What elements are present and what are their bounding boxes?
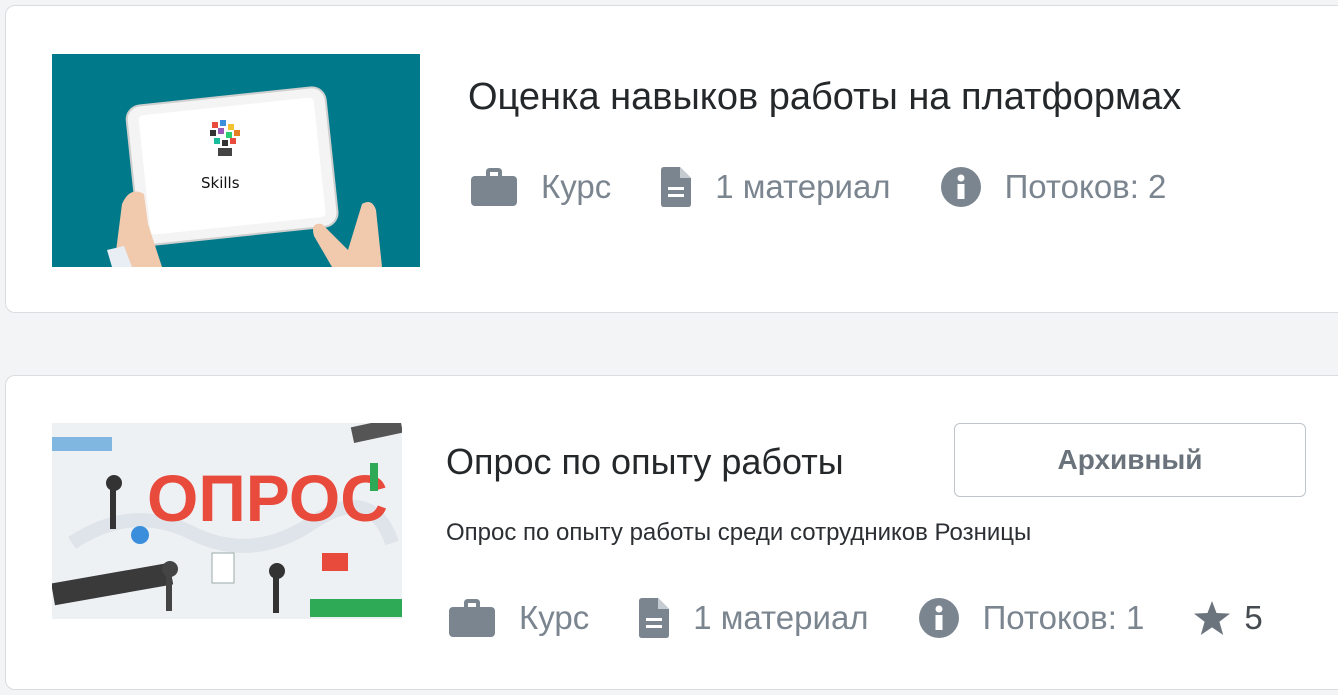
- meta-materials: 1 материал: [661, 167, 891, 207]
- star-icon: [1194, 601, 1231, 635]
- course-meta: Курс 1 материал Потоков: 2: [471, 163, 1216, 211]
- course-description: Опрос по опыту работы среди сотрудников …: [446, 519, 1032, 546]
- document-icon: [639, 598, 670, 638]
- meta-rating: 5: [1194, 599, 1263, 637]
- course-card[interactable]: ОПРОС Опрос по опыту работы Архивный Опр…: [5, 375, 1338, 690]
- archived-status-button[interactable]: Архивный: [954, 423, 1306, 497]
- course-thumbnail[interactable]: Skills: [52, 54, 420, 267]
- meta-materials: 1 материал: [639, 598, 869, 638]
- briefcase-icon: [449, 599, 495, 637]
- skills-image-text: Skills: [201, 174, 240, 192]
- course-title[interactable]: Оценка навыков работы на платформах: [468, 76, 1181, 119]
- info-icon: [940, 167, 981, 207]
- meta-type: Курс: [449, 599, 589, 637]
- opros-image-text: ОПРОС: [147, 461, 388, 535]
- meta-streams: Потоков: 1: [918, 598, 1144, 638]
- info-icon: [918, 598, 959, 638]
- course-thumbnail[interactable]: ОПРОС: [52, 423, 402, 619]
- document-icon: [661, 167, 692, 207]
- course-title[interactable]: Опрос по опыту работы: [446, 441, 844, 483]
- course-card[interactable]: Skills Оценка навыков работы на платформ…: [5, 5, 1338, 313]
- meta-type: Курс: [471, 168, 611, 206]
- meta-streams: Потоков: 2: [940, 167, 1166, 207]
- briefcase-icon: [471, 168, 517, 206]
- course-meta: Курс 1 материал Потоков: 1 5: [449, 594, 1313, 642]
